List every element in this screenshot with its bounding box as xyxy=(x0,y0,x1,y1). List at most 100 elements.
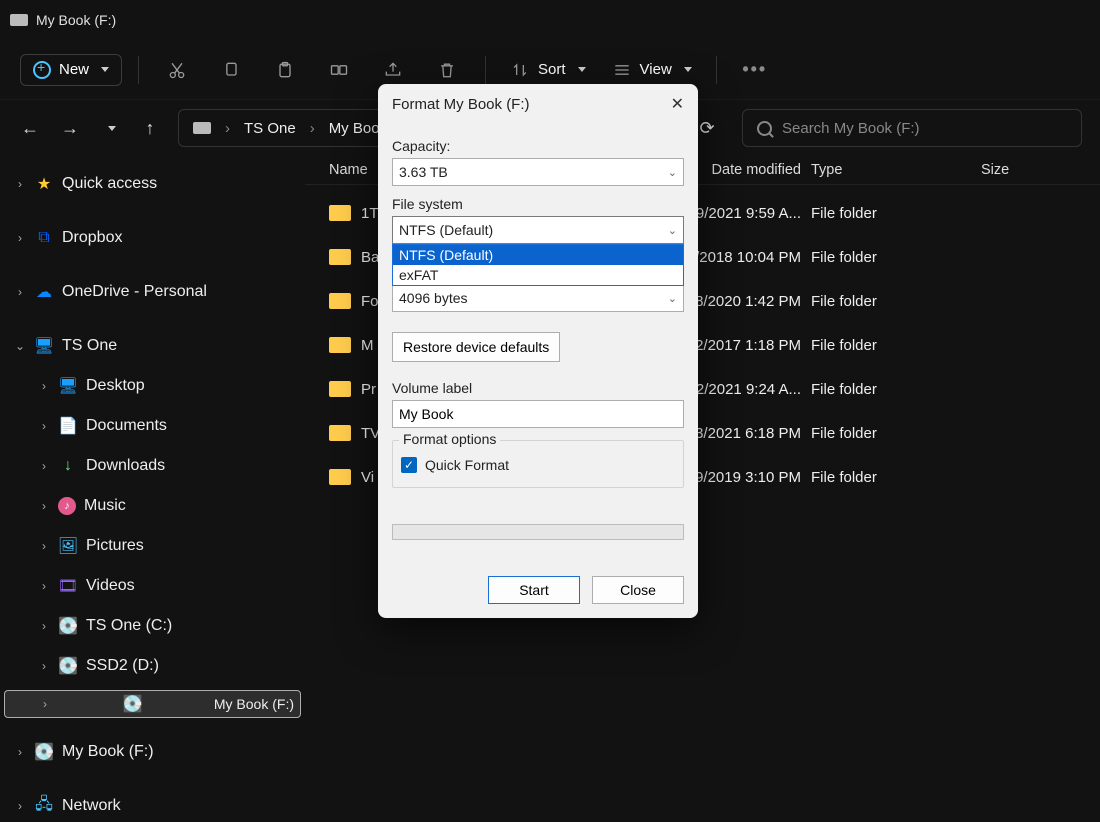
forward-button[interactable]: → xyxy=(58,118,82,139)
filesystem-value: NTFS (Default) xyxy=(399,222,493,238)
folder-icon xyxy=(329,469,351,485)
search-input[interactable]: Search My Book (F:) xyxy=(742,109,1082,147)
row-name: 1T xyxy=(361,205,379,222)
share-icon[interactable] xyxy=(371,60,415,80)
up-button[interactable]: ↑ xyxy=(138,118,162,139)
separator xyxy=(485,56,486,84)
row-type: File folder xyxy=(811,293,981,310)
more-button[interactable]: ••• xyxy=(733,59,777,80)
filesystem-option-exfat[interactable]: exFAT xyxy=(393,265,683,285)
sidebar-item-drive-d[interactable]: ›💽SSD2 (D:) xyxy=(4,646,301,686)
sidebar-label: TS One xyxy=(62,337,117,355)
folder-icon xyxy=(329,425,351,441)
row-name: Fo xyxy=(361,293,379,310)
sidebar-label: Network xyxy=(62,797,121,815)
drive-icon xyxy=(10,14,28,26)
sidebar: ›★Quick access ›⧉Dropbox ›☁OneDrive - Pe… xyxy=(0,156,305,822)
row-name: M xyxy=(361,337,374,354)
sidebar-item-desktop[interactable]: ›🖥Desktop xyxy=(4,366,301,406)
filesystem-label: File system xyxy=(392,196,684,212)
sidebar-item-downloads[interactable]: ›↓Downloads xyxy=(4,446,301,486)
capacity-label: Capacity: xyxy=(392,138,684,154)
sort-button[interactable]: Sort xyxy=(502,54,594,86)
sidebar-item-drive-f-root[interactable]: ›💽My Book (F:) xyxy=(4,732,301,772)
search-placeholder: Search My Book (F:) xyxy=(782,120,1067,137)
paste-icon[interactable] xyxy=(263,60,307,80)
chevron-right-icon: › xyxy=(225,120,230,137)
filesystem-select[interactable]: NTFS (Default) ⌄ xyxy=(392,216,684,244)
cut-icon[interactable] xyxy=(155,60,199,80)
sidebar-item-pictures[interactable]: ›🖼Pictures xyxy=(4,526,301,566)
view-button[interactable]: View xyxy=(604,54,700,86)
row-name: Pr xyxy=(361,381,376,398)
sidebar-item-dropbox[interactable]: ›⧉Dropbox xyxy=(4,218,301,258)
row-type: File folder xyxy=(811,425,981,442)
row-type: File folder xyxy=(811,205,981,222)
rename-icon[interactable] xyxy=(317,60,361,80)
row-type: File folder xyxy=(811,337,981,354)
row-name: Vi xyxy=(361,469,374,486)
col-type[interactable]: Type xyxy=(811,162,981,178)
sidebar-label: My Book (F:) xyxy=(62,743,154,761)
separator xyxy=(716,56,717,84)
dialog-title: Format My Book (F:) xyxy=(392,96,530,113)
capacity-value: 3.63 TB xyxy=(399,164,448,180)
capacity-select[interactable]: 3.63 TB ⌄ xyxy=(392,158,684,186)
allocation-value: 4096 bytes xyxy=(399,290,468,306)
checkbox-checked-icon: ✓ xyxy=(401,457,417,473)
search-icon xyxy=(757,121,772,136)
sidebar-item-onedrive[interactable]: ›☁OneDrive - Personal xyxy=(4,272,301,312)
sidebar-item-music[interactable]: ›♪Music xyxy=(4,486,301,526)
allocation-select[interactable]: 4096 bytes ⌄ xyxy=(392,284,684,312)
chevron-down-icon: ⌄ xyxy=(668,292,677,305)
progress-bar xyxy=(392,524,684,540)
sidebar-item-drive-f[interactable]: ›💽My Book (F:) xyxy=(4,690,301,718)
sidebar-label: TS One (C:) xyxy=(86,617,172,635)
sidebar-label: My Book (F:) xyxy=(214,696,294,712)
start-button[interactable]: Start xyxy=(488,576,580,604)
history-button[interactable] xyxy=(98,118,122,139)
folder-icon xyxy=(329,205,351,221)
close-icon[interactable]: ✕ xyxy=(671,94,684,114)
new-button[interactable]: New xyxy=(20,54,122,86)
chevron-right-icon: › xyxy=(310,120,315,137)
back-button[interactable]: ← xyxy=(18,118,42,139)
sidebar-label: Videos xyxy=(86,577,135,595)
sidebar-label: OneDrive - Personal xyxy=(62,283,207,301)
quick-format-checkbox[interactable]: ✓ Quick Format xyxy=(401,457,675,473)
sidebar-label: Desktop xyxy=(86,377,145,395)
sidebar-label: SSD2 (D:) xyxy=(86,657,159,675)
sidebar-item-drive-c[interactable]: ›💽TS One (C:) xyxy=(4,606,301,646)
volume-label-input[interactable] xyxy=(392,400,684,428)
sidebar-item-quick-access[interactable]: ›★Quick access xyxy=(4,164,301,204)
sidebar-item-documents[interactable]: ›📄Documents xyxy=(4,406,301,446)
filesystem-dropdown: NTFS (Default) exFAT xyxy=(392,244,684,286)
new-label: New xyxy=(59,61,89,78)
sidebar-item-network[interactable]: ›🖧Network xyxy=(4,786,301,822)
folder-icon xyxy=(329,337,351,353)
sidebar-label: Music xyxy=(84,497,126,515)
chevron-down-icon: ⌄ xyxy=(668,224,677,237)
filesystem-option-ntfs[interactable]: NTFS (Default) xyxy=(393,245,683,265)
crumb-root[interactable]: TS One xyxy=(244,120,296,137)
sort-icon xyxy=(510,60,530,80)
sidebar-label: Dropbox xyxy=(62,229,122,247)
drive-icon xyxy=(193,122,211,134)
chevron-down-icon: ⌄ xyxy=(668,166,677,179)
delete-icon[interactable] xyxy=(425,60,469,80)
plus-icon xyxy=(33,61,51,79)
quick-format-label: Quick Format xyxy=(425,457,509,473)
view-label: View xyxy=(640,61,672,78)
sidebar-item-videos[interactable]: ›🎞Videos xyxy=(4,566,301,606)
copy-icon[interactable] xyxy=(209,60,253,80)
restore-defaults-button[interactable]: Restore device defaults xyxy=(392,332,560,362)
col-size[interactable]: Size xyxy=(981,162,1076,178)
sidebar-label: Documents xyxy=(86,417,167,435)
sidebar-label: Downloads xyxy=(86,457,165,475)
sidebar-item-pc[interactable]: ⌄🖥TS One xyxy=(4,326,301,366)
folder-icon xyxy=(329,249,351,265)
volume-label-label: Volume label xyxy=(392,380,684,396)
close-button[interactable]: Close xyxy=(592,576,684,604)
folder-icon xyxy=(329,293,351,309)
window-title: My Book (F:) xyxy=(36,12,116,28)
